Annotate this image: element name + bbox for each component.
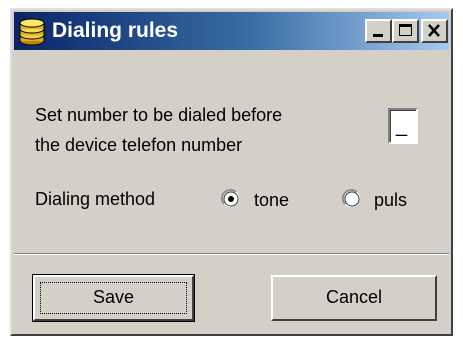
cancel-button[interactable]: Cancel bbox=[271, 275, 437, 321]
dialing-rules-dialog: Dialing rules Set number to be dialed be… bbox=[10, 8, 453, 336]
prefix-label-line2: the device telefon number bbox=[35, 135, 243, 155]
cancel-button-label: Cancel bbox=[325, 287, 383, 307]
puls-radio-button[interactable] bbox=[342, 189, 362, 209]
close-button[interactable] bbox=[421, 19, 448, 43]
minimize-button[interactable] bbox=[365, 19, 392, 43]
prefix-label-line1: Set number to be dialed before bbox=[35, 105, 283, 125]
prefix-number-value: _ bbox=[396, 115, 408, 137]
stacked-coins-icon bbox=[19, 18, 45, 46]
dialing-method-label: Dialing method bbox=[35, 189, 156, 209]
window-title: Dialing rules bbox=[52, 19, 179, 42]
minimize-icon bbox=[373, 34, 383, 37]
tone-option-label[interactable]: tone bbox=[254, 189, 289, 211]
save-button[interactable]: Save bbox=[32, 274, 195, 322]
save-button-label: Save bbox=[92, 287, 135, 307]
maximize-button[interactable] bbox=[392, 19, 419, 43]
puls-option-label[interactable]: puls bbox=[374, 189, 407, 211]
maximize-icon bbox=[399, 24, 412, 36]
title-bar[interactable]: Dialing rules bbox=[14, 12, 449, 50]
button-bar-divider bbox=[14, 253, 449, 255]
close-icon bbox=[428, 24, 440, 37]
tone-radio-button[interactable] bbox=[221, 189, 241, 209]
prefix-number-input[interactable]: _ bbox=[388, 108, 418, 144]
dialog-body: Set number to be dialed before the devic… bbox=[14, 50, 449, 252]
